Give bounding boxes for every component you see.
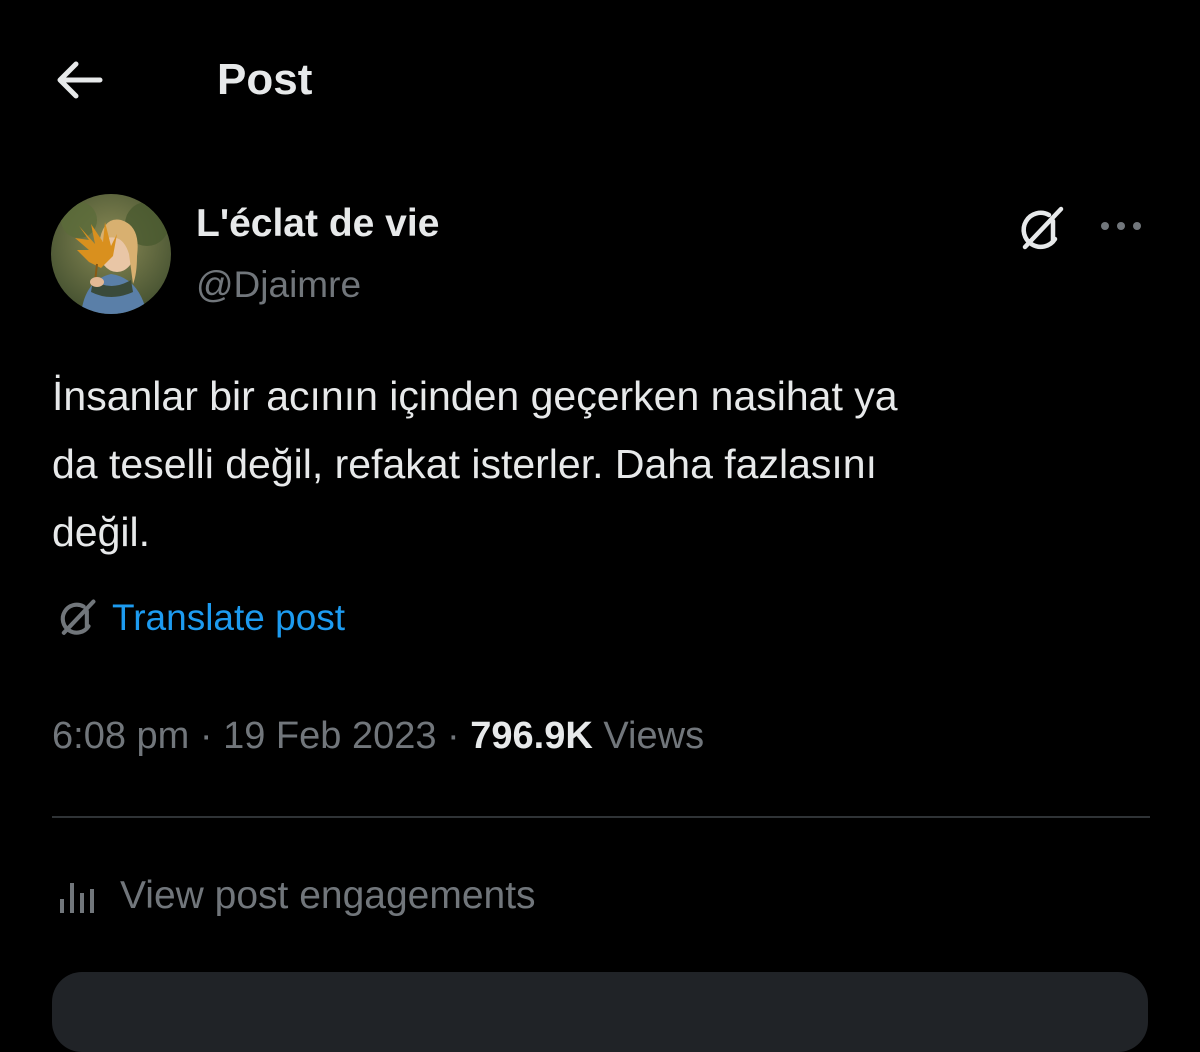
profile-photo <box>51 194 171 314</box>
more-options-button[interactable] <box>1092 202 1150 250</box>
post-text: İnsanlar bir acının içinden geçerken nas… <box>52 373 898 555</box>
views-label: Views <box>592 715 705 757</box>
post-time[interactable]: 6:08 pm <box>52 715 189 757</box>
page-title: Post <box>217 55 313 104</box>
meta-separator: · <box>189 715 224 757</box>
author-handle[interactable]: @Djaimre <box>196 262 361 308</box>
top-bar: Post <box>0 0 1200 160</box>
post-meta: 6:08 pm · 19 Feb 2023 · 796.9K Views <box>52 710 704 762</box>
author-display-name[interactable]: L'éclat de vie <box>196 200 439 248</box>
avatar[interactable] <box>51 194 171 314</box>
divider <box>52 816 1150 818</box>
grok-icon <box>52 593 102 643</box>
translate-post-link[interactable]: Translate post <box>112 597 345 639</box>
bar-chart-icon <box>52 871 102 921</box>
back-button[interactable] <box>44 48 112 112</box>
more-horizontal-icon <box>1101 222 1141 230</box>
post-date[interactable]: 19 Feb 2023 <box>223 715 436 757</box>
translate-row: Translate post <box>52 592 345 644</box>
grok-button[interactable] <box>1010 198 1072 260</box>
meta-separator: · <box>436 715 471 757</box>
arrow-left-icon <box>57 61 103 99</box>
view-engagements-button[interactable]: View post engagements <box>52 866 536 926</box>
grok-icon <box>1021 206 1064 250</box>
view-engagements-label: View post engagements <box>120 874 536 917</box>
reply-composer[interactable] <box>52 972 1148 1052</box>
views-count: 796.9K <box>470 715 593 757</box>
